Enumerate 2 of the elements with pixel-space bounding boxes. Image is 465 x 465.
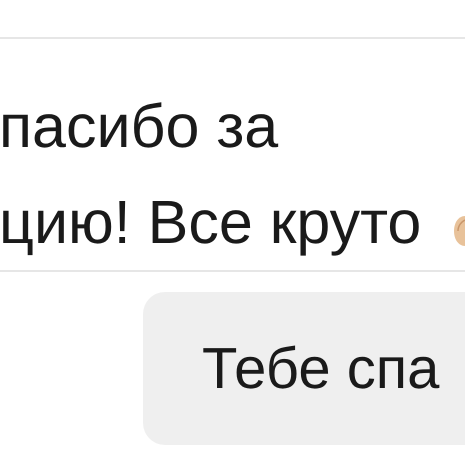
message-text: пасибо за bbox=[0, 96, 278, 158]
message-text: Тебе спа bbox=[202, 340, 440, 398]
